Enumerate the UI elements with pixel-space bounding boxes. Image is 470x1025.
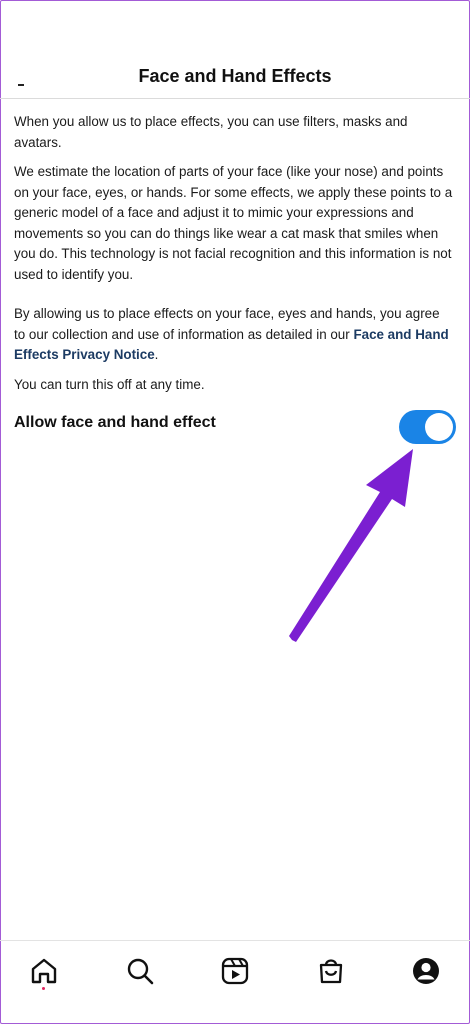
notification-dot: [42, 987, 45, 990]
arrow-shape: [289, 449, 413, 642]
shop-icon[interactable]: [315, 955, 347, 987]
home-icon[interactable]: [28, 955, 60, 987]
bottom-navigation: [0, 940, 470, 1025]
annotation-arrow-icon: [289, 449, 413, 642]
reels-icon[interactable]: [219, 955, 251, 987]
search-icon[interactable]: [124, 955, 156, 987]
profile-icon[interactable]: [410, 955, 442, 987]
